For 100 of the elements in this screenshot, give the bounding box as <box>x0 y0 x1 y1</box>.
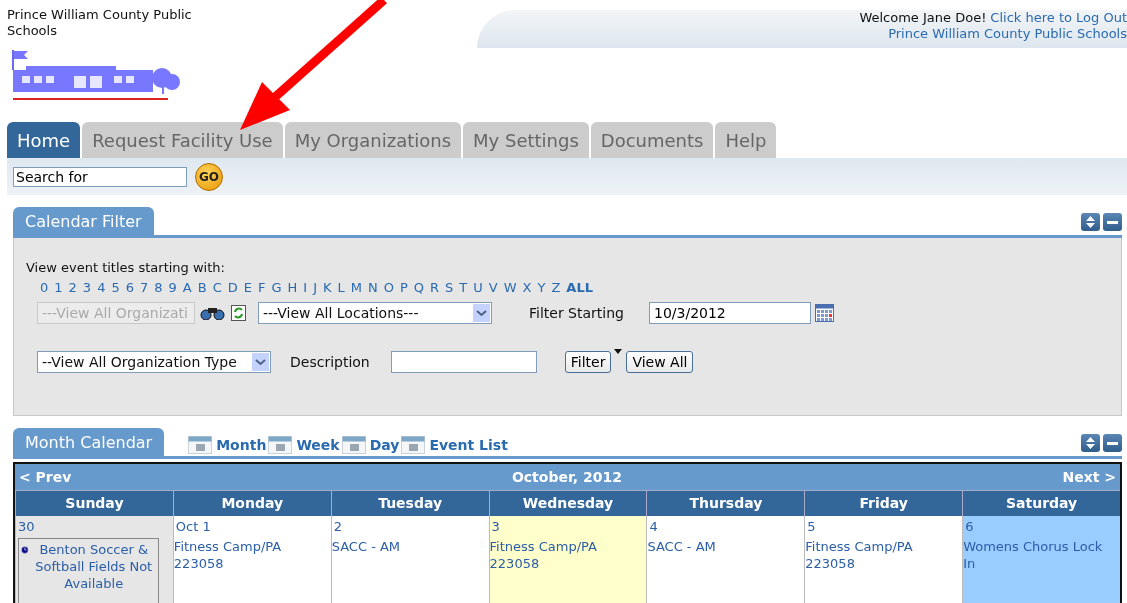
refresh-icon[interactable] <box>231 305 246 321</box>
view-link[interactable]: Month <box>188 436 267 454</box>
calendar-icon <box>401 436 426 454</box>
weekday-header: Wednesday <box>488 490 647 516</box>
next-link[interactable]: Next > <box>1062 469 1116 485</box>
letter-link[interactable]: H <box>287 280 298 295</box>
calendar-icon <box>268 436 293 454</box>
filter-button[interactable]: Filter <box>564 351 612 373</box>
binoculars-icon[interactable] <box>200 306 225 320</box>
description-field[interactable] <box>390 351 537 373</box>
calendar-icon <box>188 436 213 454</box>
letter-link[interactable]: 9 <box>168 280 177 295</box>
nav-tab[interactable]: Help <box>715 122 777 158</box>
date-field[interactable]: 10/3/2012 <box>649 302 811 324</box>
nav-tab[interactable]: Request Facility Use <box>82 122 283 158</box>
view-all-button[interactable]: View All <box>626 351 694 373</box>
letter-link[interactable]: Z <box>551 280 561 295</box>
view-link[interactable]: Day <box>341 436 400 454</box>
minimize-button[interactable] <box>1103 213 1122 231</box>
description-label: Description <box>290 354 370 370</box>
day-cell[interactable]: 2 SACC - AM <box>330 516 489 603</box>
letter-link[interactable]: 7 <box>139 280 149 295</box>
day-number: 4 <box>648 518 659 536</box>
caret-icon[interactable] <box>614 349 623 354</box>
weekday-header: Tuesday <box>330 490 489 516</box>
letter-link[interactable]: F <box>257 280 266 295</box>
letter-link[interactable]: O <box>383 280 394 295</box>
letter-link[interactable]: Y <box>537 280 546 295</box>
letter-link[interactable]: S <box>445 280 454 295</box>
day-number: 5 <box>806 518 817 536</box>
letter-link[interactable]: Q <box>413 280 425 295</box>
letter-link[interactable]: 2 <box>68 280 77 295</box>
letter-link[interactable]: X <box>522 280 532 295</box>
day-cell[interactable]: 30 Benton Soccer & Softball Fields Not Available <box>15 516 173 603</box>
calendar-icon[interactable] <box>815 304 834 322</box>
weekday-header: Thursday <box>646 490 805 516</box>
letter-link[interactable]: C <box>212 280 222 295</box>
letter-link[interactable]: M <box>350 280 362 295</box>
minimize-button[interactable] <box>1103 434 1122 452</box>
letter-link[interactable]: K <box>323 280 332 295</box>
letters-label: View event titles starting with: <box>26 260 225 275</box>
letter-link[interactable]: U <box>473 280 483 295</box>
letter-link[interactable]: L <box>337 280 345 295</box>
letter-link[interactable]: G <box>271 280 282 295</box>
minimize-icon <box>1107 441 1118 445</box>
day-cell[interactable]: Oct 1 Fitness Camp/PA 223058 <box>172 516 331 603</box>
event-link[interactable]: SACC - AM <box>331 538 475 555</box>
day-cell[interactable]: 5 Fitness Camp/PA 223058 <box>804 516 963 603</box>
search-field[interactable]: Search for <box>13 166 187 187</box>
letter-link[interactable]: 4 <box>97 280 106 295</box>
letter-link[interactable]: 0 <box>40 280 49 295</box>
event-link[interactable]: Fitness Camp/PA 223058 <box>173 538 317 572</box>
event-link[interactable]: Fitness Camp/PA 223058 <box>805 538 949 572</box>
day-number: 6 <box>964 518 975 536</box>
view-link[interactable]: Week <box>268 436 340 454</box>
view-link[interactable]: Event List <box>401 436 508 454</box>
sort-button[interactable] <box>1081 434 1100 452</box>
nav-tab[interactable]: Documents <box>590 122 714 158</box>
letter-link[interactable]: V <box>488 280 498 295</box>
day-number: 2 <box>332 518 343 536</box>
go-button[interactable]: GO <box>195 162 223 191</box>
weekday-header: Saturday <box>962 490 1120 516</box>
letter-link[interactable]: D <box>227 280 238 295</box>
organization-name: Prince William County Public Schools <box>6 6 193 40</box>
letter-link[interactable]: N <box>368 280 378 295</box>
letter-link[interactable]: P <box>399 280 408 295</box>
event-link[interactable]: Fitness Camp/PA 223058 <box>489 538 633 572</box>
letter-link[interactable]: A <box>182 280 192 295</box>
letter-link[interactable]: 6 <box>125 280 134 295</box>
event-link[interactable]: Womens Chorus Lock In <box>963 538 1106 572</box>
day-cell[interactable]: 3 Fitness Camp/PA 223058 <box>488 516 647 603</box>
nav-tab[interactable]: Home <box>7 122 81 158</box>
event-link[interactable]: SACC - AM <box>647 538 791 555</box>
prev-link[interactable]: < Prev <box>19 469 72 485</box>
letter-link[interactable]: 8 <box>154 280 163 295</box>
letter-link[interactable]: W <box>503 280 517 295</box>
day-cell[interactable]: 6 Womens Chorus Lock In <box>962 516 1120 603</box>
letter-link[interactable]: T <box>459 280 468 295</box>
letter-link[interactable]: E <box>243 280 252 295</box>
day-cell[interactable]: 4 SACC - AM <box>646 516 805 603</box>
letter-link[interactable]: I <box>303 280 308 295</box>
nav-tab[interactable]: My Organizations <box>284 122 462 158</box>
all-link[interactable]: ALL <box>566 280 593 295</box>
organization-link[interactable]: Prince William County Public Schools <box>888 26 1127 42</box>
letter-link[interactable]: J <box>313 280 317 295</box>
location-dropdown[interactable]: ---View All Locations--- <box>258 302 492 324</box>
letter-link[interactable]: 1 <box>54 280 63 295</box>
day-number: 30 <box>17 518 36 536</box>
letter-link[interactable]: 3 <box>82 280 92 295</box>
sort-button[interactable] <box>1081 213 1100 231</box>
organization-type-dropdown[interactable]: --View All Organization Type <box>37 351 271 373</box>
logout-link[interactable]: Click here to Log Out <box>990 10 1127 26</box>
letter-link[interactable]: 5 <box>111 280 120 295</box>
nav-tab[interactable]: My Settings <box>463 122 589 158</box>
blocked-event[interactable]: Benton Soccer & Softball Fields Not Available <box>18 538 159 603</box>
weekday-header: Sunday <box>15 490 173 516</box>
sort-icon <box>1086 437 1095 449</box>
letter-link[interactable]: B <box>197 280 207 295</box>
letter-link[interactable]: R <box>430 280 440 295</box>
month-title: October, 2012 <box>511 469 622 485</box>
